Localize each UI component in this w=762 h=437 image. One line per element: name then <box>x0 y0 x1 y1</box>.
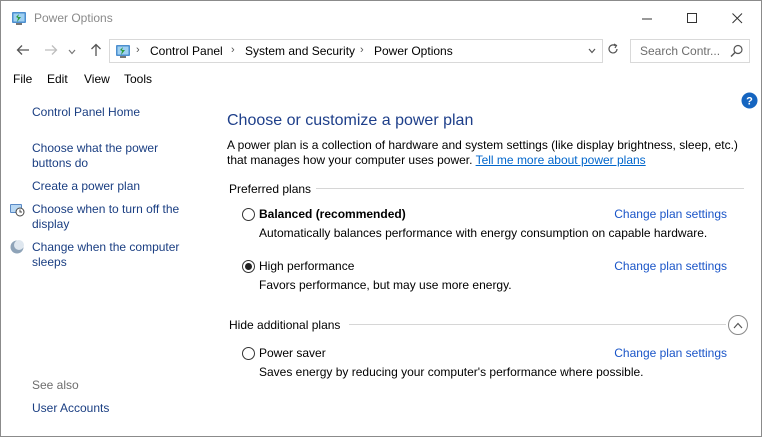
change-plan-settings-link-power-saver[interactable]: Change plan settings <box>614 346 727 360</box>
menu-view[interactable]: View <box>84 72 110 86</box>
sidebar-link-turn-off-display[interactable]: Choose when to turn off the display <box>32 202 192 232</box>
plan-balanced: Balanced (recommended) Change plan setti… <box>242 207 747 247</box>
chevron-down-icon <box>588 43 596 57</box>
plan-name-high-performance[interactable]: High performance <box>259 259 354 273</box>
close-icon <box>732 12 743 24</box>
recent-locations-button[interactable] <box>66 41 78 61</box>
sidebar-link-computer-sleeps[interactable]: Change when the computer sleeps <box>32 240 192 270</box>
display-timer-icon <box>9 201 25 217</box>
chevron-down-icon <box>68 44 76 58</box>
see-also-caption: See also <box>32 378 79 392</box>
sidebar-link-power-buttons[interactable]: Choose what the power buttons do <box>32 141 182 171</box>
back-arrow-icon <box>16 44 30 59</box>
power-options-app-icon <box>10 9 28 27</box>
chevron-right-icon: › <box>360 44 364 56</box>
chevron-up-icon <box>733 318 743 332</box>
hide-additional-plans-header[interactable]: Hide additional plans <box>229 318 340 332</box>
menu-bar: File Edit View Tools <box>1 67 761 91</box>
radio-power-saver[interactable] <box>242 347 255 360</box>
plan-description-power-saver: Saves energy by reducing your computer's… <box>259 365 644 379</box>
plan-name-balanced[interactable]: Balanced (recommended) <box>259 207 406 221</box>
plan-high-performance: High performance Change plan settings Fa… <box>242 259 747 299</box>
forward-button[interactable] <box>41 41 61 61</box>
forward-arrow-icon <box>44 44 58 59</box>
address-dropdown-button[interactable] <box>582 39 602 61</box>
window-title: Power Options <box>34 11 113 25</box>
search-icon <box>730 44 744 58</box>
sidebar-link-create-power-plan[interactable]: Create a power plan <box>32 179 140 194</box>
plan-name-power-saver[interactable]: Power saver <box>259 346 326 360</box>
menu-tools[interactable]: Tools <box>124 72 152 86</box>
menu-edit[interactable]: Edit <box>47 72 68 86</box>
minimize-button[interactable] <box>625 1 670 35</box>
collapse-additional-plans-button[interactable] <box>728 315 748 335</box>
power-options-location-icon <box>114 42 132 60</box>
plan-description-balanced: Automatically balances performance with … <box>259 226 708 240</box>
address-row: › Control Panel › System and Security › … <box>1 36 761 66</box>
left-task-pane: Control Panel Home Choose what the power… <box>1 92 206 436</box>
title-bar: Power Options <box>1 1 761 35</box>
up-button[interactable] <box>86 41 106 61</box>
refresh-button[interactable] <box>604 40 622 60</box>
change-plan-settings-link-balanced[interactable]: Change plan settings <box>614 207 727 221</box>
maximize-icon <box>687 12 698 24</box>
breadcrumb-control-panel[interactable]: Control Panel <box>150 44 223 58</box>
sidebar-link-control-panel-home[interactable]: Control Panel Home <box>32 105 140 120</box>
search-placeholder: Search Contr... <box>640 44 721 58</box>
minimize-icon <box>642 13 653 24</box>
main-content: ? Choose or customize a power plan A pow… <box>206 92 761 436</box>
plan-description-high-performance: Favors performance, but may use more ene… <box>259 278 512 292</box>
help-icon[interactable]: ? <box>741 92 758 109</box>
chevron-right-icon: › <box>136 44 140 56</box>
search-input[interactable]: Search Contr... <box>630 39 750 63</box>
intro-paragraph: A power plan is a collection of hardware… <box>227 138 747 168</box>
svg-text:?: ? <box>746 96 753 108</box>
tell-me-more-link[interactable]: Tell me more about power plans <box>476 153 646 167</box>
radio-balanced[interactable] <box>242 208 255 221</box>
menu-file[interactable]: File <box>13 72 32 86</box>
sidebar-link-user-accounts[interactable]: User Accounts <box>32 401 109 416</box>
close-button[interactable] <box>715 1 760 35</box>
radio-high-performance[interactable] <box>242 260 255 273</box>
sleep-moon-icon <box>9 239 25 255</box>
breadcrumb-power-options[interactable]: Power Options <box>374 44 453 58</box>
maximize-button[interactable] <box>670 1 715 35</box>
address-bar[interactable]: › Control Panel › System and Security › … <box>109 39 603 63</box>
power-options-window: Power Options › Control Panel › System a… <box>0 0 762 437</box>
breadcrumb-system-and-security[interactable]: System and Security <box>245 44 355 58</box>
preferred-plans-header: Preferred plans <box>229 182 312 196</box>
chevron-right-icon: › <box>231 44 235 56</box>
back-button[interactable] <box>13 41 33 61</box>
section-divider <box>349 324 726 325</box>
change-plan-settings-link-high-performance[interactable]: Change plan settings <box>614 259 727 273</box>
section-divider <box>316 188 744 189</box>
up-arrow-icon <box>90 43 102 60</box>
plan-power-saver: Power saver Change plan settings Saves e… <box>242 346 747 386</box>
page-title: Choose or customize a power plan <box>227 112 474 129</box>
refresh-icon <box>607 42 619 58</box>
